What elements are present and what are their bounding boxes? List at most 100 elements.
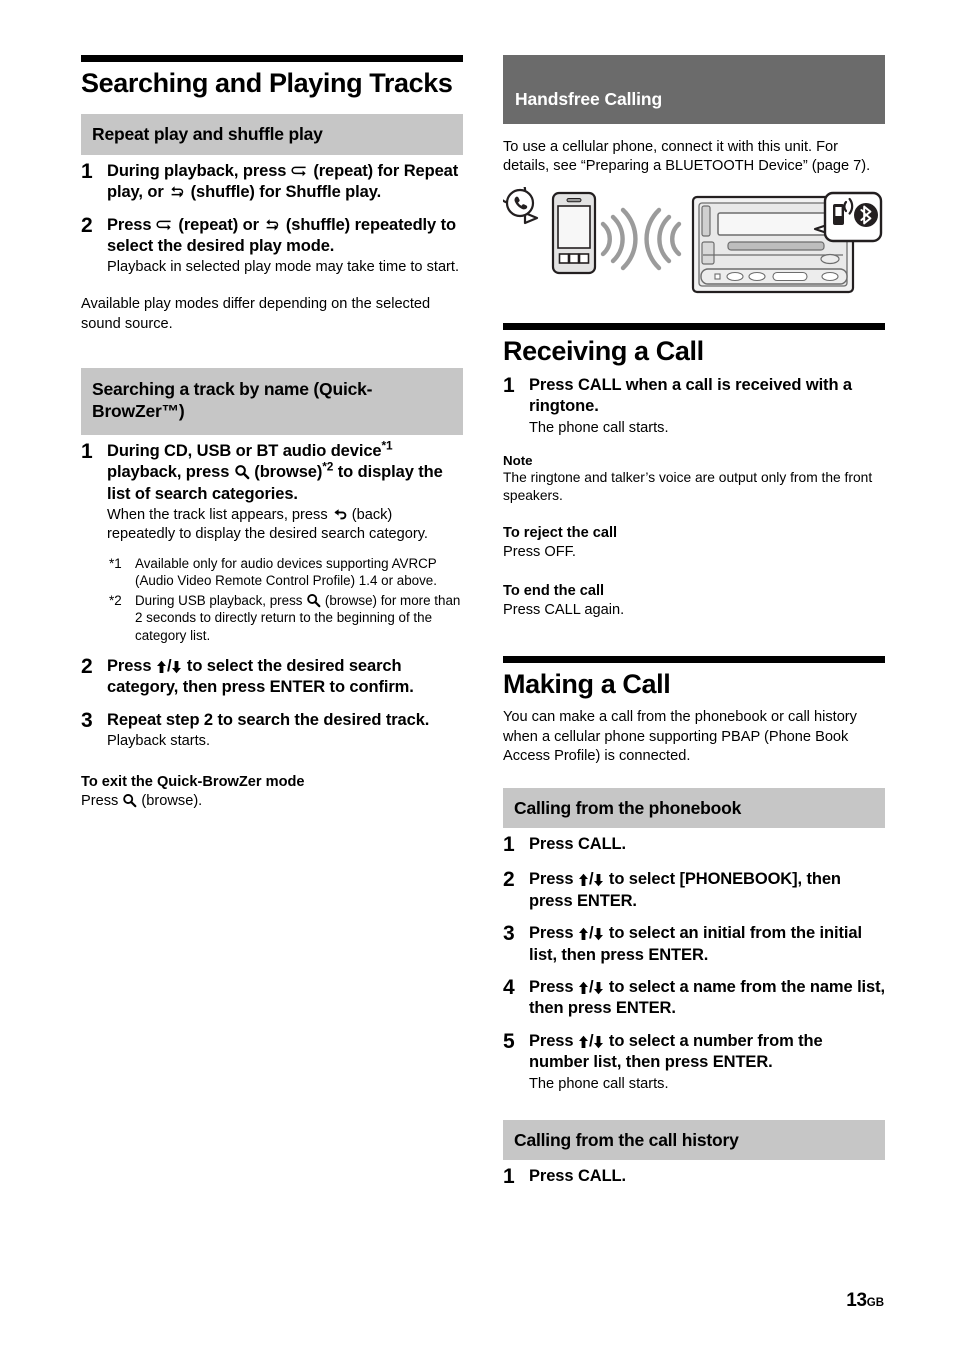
smartphone-icon (551, 191, 597, 274)
page-region-code: GB (866, 1297, 884, 1309)
step-item: 3 Repeat step 2 to search the desired tr… (81, 708, 463, 751)
step-main-text: During playback, press (repeat) for Repe… (107, 161, 463, 204)
arrow-down-icon (593, 1035, 604, 1049)
step-content: Press / to select a name from the name l… (529, 977, 885, 1020)
arrow-up-icon (578, 873, 589, 887)
step-item: 2 Press (repeat) or (shuffle) repeatedly… (81, 214, 463, 278)
repeat-icon (156, 219, 174, 233)
arrow-up-icon (578, 981, 589, 995)
step-content: During playback, press (repeat) for Repe… (107, 161, 463, 204)
step-content: Press (repeat) or (shuffle) repeatedly t… (107, 215, 463, 278)
note-heading: Note (503, 452, 533, 468)
step-main-text: Press / to select [PHONEBOOK], then pres… (529, 869, 885, 912)
browse-icon (122, 793, 137, 808)
step-content: Press / to select an initial from the in… (529, 923, 885, 966)
footnote-ref-2: *2 (322, 459, 334, 474)
step-number: 1 (81, 159, 93, 183)
section-heading-calling-from-phonebook: Calling from the phonebook (503, 788, 885, 829)
step-sub-text: Playback in selected play mode may take … (107, 259, 460, 276)
step-item: 2 Press / to select the desired search c… (81, 655, 463, 699)
footnote-text-fragment: During USB playback, press (135, 592, 307, 608)
subheading-reject-call: To reject the call (503, 525, 618, 542)
step-content: Press CALL. (529, 1166, 885, 1187)
footnote-ref-1: *1 (381, 438, 393, 453)
page-folio: 13GB (846, 1290, 884, 1312)
step-main-text: Press (repeat) or (shuffle) repeatedly t… (107, 215, 463, 258)
footnote-text: Available only for audio devices support… (135, 555, 437, 589)
step-item: 4 Press / to select a name from the name… (503, 975, 885, 1020)
left-column: Searching and Playing Tracks Repeat play… (81, 55, 463, 811)
arrow-up-icon (578, 927, 589, 941)
step-content: Press CALL when a call is received with … (529, 375, 885, 438)
section-title-receiving-a-call: Receiving a Call (503, 335, 704, 366)
arrow-down-icon (593, 873, 604, 887)
step-main-text: Press / to select a name from the name l… (529, 977, 885, 1020)
end-call-text: Press CALL again. (503, 602, 625, 619)
section-heading-quick-browzer: Searching a track by name (Quick-BrowZer… (81, 367, 463, 435)
step-content: Press / to select [PHONEBOOK], then pres… (529, 869, 885, 912)
step-sub-text: Playback starts. (107, 733, 211, 750)
phone-handset-icon (495, 175, 539, 224)
section-heading-handsfree-calling: Handsfree Calling (503, 55, 885, 124)
footnote-mark: *1 (109, 555, 122, 571)
making-a-call-intro: You can make a call from the phonebook o… (503, 709, 857, 764)
step-sub-text: The phone call starts. (529, 419, 669, 436)
arrow-down-icon (171, 660, 182, 674)
step-text-fragment: Press (529, 977, 578, 996)
footnote-mark: *2 (109, 592, 122, 608)
step-number: 5 (503, 1029, 515, 1053)
subheading-end-call: To end the call (503, 583, 605, 600)
step-text-fragment: When the track list appears, press (107, 506, 332, 523)
step-text-fragment: During CD, USB or BT audio device (107, 441, 382, 460)
step-item: 3 Press / to select an initial from the … (503, 922, 885, 966)
section-heading-repeat-play: Repeat play and shuffle play (81, 114, 463, 155)
step-sub-text: When the track list appears, press (back… (107, 506, 463, 544)
browse-icon (234, 464, 250, 480)
bluetooth-status-callout (813, 191, 883, 242)
handsfree-intro-text: To use a cellular phone, connect it with… (503, 139, 871, 175)
step-number: 2 (503, 868, 515, 892)
step-content: During CD, USB or BT audio device*1 play… (107, 438, 463, 544)
section-title-making-a-call: Making a Call (503, 669, 671, 700)
exit-quick-browzer-text: Press (browse). (81, 792, 463, 811)
step-number: 1 (503, 833, 515, 857)
step-item: 1 During CD, USB or BT audio device*1 pl… (81, 438, 463, 544)
step-main-text: Press CALL. (529, 835, 627, 854)
manual-page: Searching and Playing Tracks Repeat play… (0, 0, 954, 1352)
step-content: Press / to select a number from the numb… (529, 1031, 885, 1094)
step-content: Repeat step 2 to search the desired trac… (107, 710, 463, 751)
step-number: 1 (503, 1165, 515, 1189)
available-play-modes-note: Available play modes differ depending on… (81, 296, 431, 332)
repeat-icon (291, 165, 309, 179)
step-item: 2 Press / to select [PHONEBOOK], then pr… (503, 868, 885, 912)
step-text-fragment: Press (529, 870, 578, 889)
step-text-fragment: playback, press (107, 463, 234, 482)
footnote-item: *2 During USB playback, press (browse) f… (109, 592, 463, 644)
step-number: 1 (81, 439, 93, 463)
shuffle-icon (168, 185, 186, 200)
step-text-fragment: (browse) (249, 463, 323, 482)
arrow-up-icon (578, 1035, 589, 1049)
step-main-text: Press CALL when a call is received with … (529, 375, 852, 416)
step-text-fragment: (shuffle) for Shuffle play. (186, 183, 382, 202)
arrow-down-icon (593, 981, 604, 995)
signal-waves-icon (600, 207, 638, 270)
step-content: Press CALL. (529, 834, 885, 855)
step-number: 3 (81, 708, 93, 732)
step-number: 3 (503, 922, 515, 946)
page-number: 13 (846, 1290, 867, 1311)
step-main-text: Press / to select an initial from the in… (529, 923, 885, 966)
step-number: 4 (503, 975, 515, 999)
back-icon (332, 508, 348, 522)
step-content: Press / to select the desired search cat… (107, 656, 463, 699)
subheading-exit-quick-browzer: To exit the Quick-BrowZer mode (81, 774, 305, 791)
step-item: 1 Press CALL. (503, 1165, 885, 1190)
step-main-text: During CD, USB or BT audio device*1 play… (107, 438, 463, 505)
step-main-text: Press / to select a number from the numb… (529, 1031, 885, 1074)
step-text-fragment: During playback, press (107, 161, 291, 180)
chapter-rule (81, 55, 463, 62)
step-text-fragment: Press (529, 1031, 578, 1050)
step-text-fragment: Press (529, 924, 578, 943)
footnote-text: During USB playback, press (browse) for … (135, 592, 463, 644)
text-fragment: (browse). (137, 793, 203, 810)
